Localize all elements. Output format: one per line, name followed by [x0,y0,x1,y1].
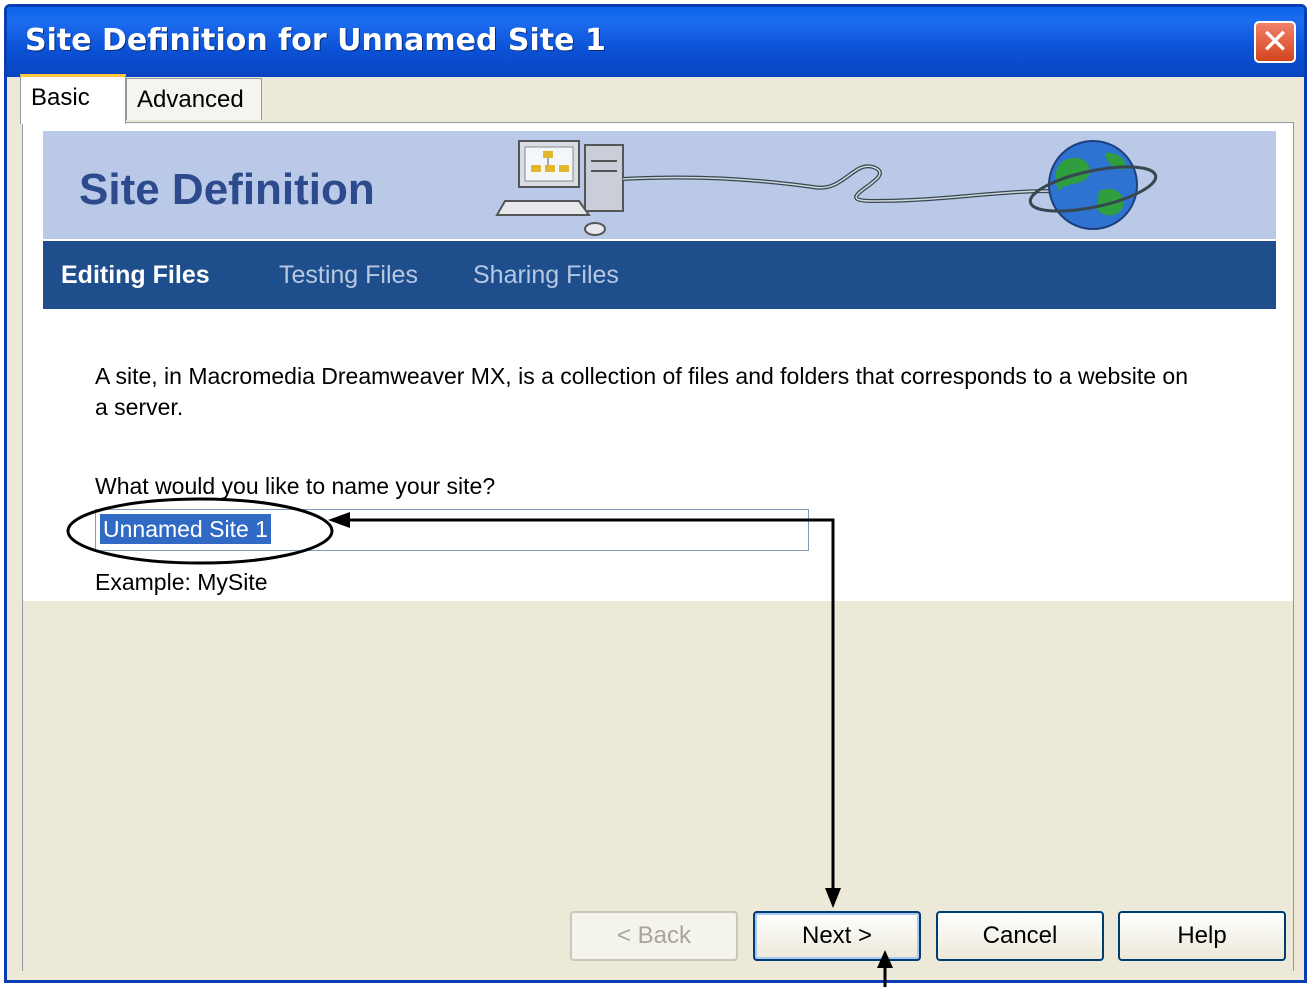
next-button[interactable]: Next > [753,911,921,961]
close-icon: ✕ [1260,22,1290,62]
cancel-button[interactable]: Cancel [936,911,1104,961]
basic-tab-panel: Site Definition Editing Files Testing Fi… [22,122,1294,602]
site-name-question: What would you like to name your site? [95,473,496,499]
computer-icon [495,140,624,236]
window-title: Site Definition for Unnamed Site 1 [25,23,606,58]
site-name-value: Unnamed Site 1 [100,514,271,544]
help-button[interactable]: Help [1118,911,1286,961]
tab-advanced[interactable]: Advanced [126,78,262,120]
globe-icon [1028,140,1158,230]
close-button[interactable]: ✕ [1254,21,1296,63]
title-bar[interactable]: Site Definition for Unnamed Site 1 ✕ [7,7,1304,77]
back-button[interactable]: < Back [570,911,738,961]
wizard-nav-bar: Editing Files Testing Files Sharing File… [43,241,1276,309]
site-name-input[interactable]: Unnamed Site 1 [95,509,809,551]
site-definition-banner: Site Definition [43,131,1276,239]
example-hint: Example: MySite [95,569,268,595]
computer-globe-illustration [495,140,1158,236]
nav-editing-files: Editing Files [61,261,210,289]
nav-testing-files: Testing Files [279,261,418,289]
site-description-text: A site, in Macromedia Dreamweaver MX, is… [95,363,1189,420]
tab-basic[interactable]: Basic [20,74,126,124]
nav-sharing-files: Sharing Files [473,261,619,289]
banner-title: Site Definition [79,165,375,214]
